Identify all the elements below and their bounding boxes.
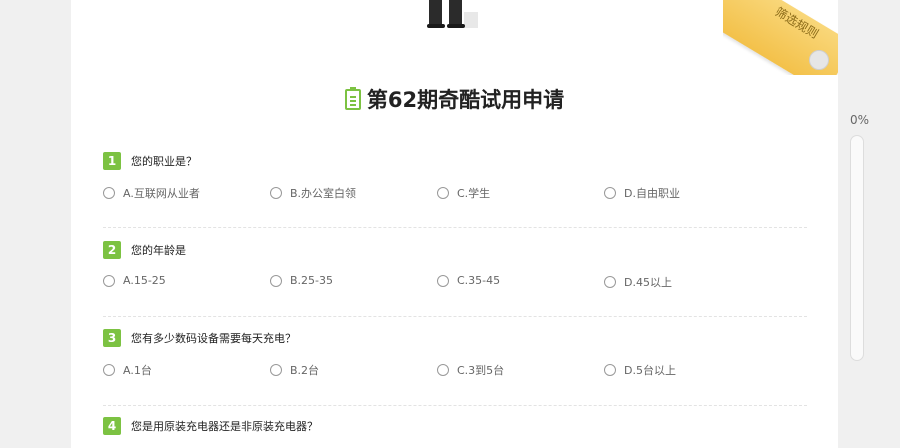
question-text: 您的职业是？ <box>131 155 197 168</box>
filter-rules-corner[interactable]: 筛选规则 <box>723 0 838 75</box>
question-number-badge: 2 <box>103 241 121 259</box>
option-label: C.学生 <box>457 187 491 200</box>
question-number-badge: 1 <box>103 152 121 170</box>
radio-button[interactable] <box>103 274 115 287</box>
radio-button[interactable] <box>270 364 282 376</box>
radio-button[interactable] <box>270 187 282 199</box>
clipboard-icon <box>344 86 361 110</box>
option-d[interactable]: D.5台以上 <box>604 362 676 378</box>
option-b[interactable]: B.2台 <box>270 362 319 378</box>
question-text: 您是用原装充电器还是非原装充电器？ <box>131 420 318 433</box>
option-label: A.15-25 <box>123 274 166 287</box>
option-label: A.1台 <box>123 364 152 377</box>
option-a[interactable]: A.1台 <box>103 362 152 378</box>
progress-percent: 0% <box>850 113 870 127</box>
option-c[interactable]: C.35-45 <box>437 274 500 287</box>
question-2: 2 您的年龄是 A.15-25 B.25-35 C.35-45 D.45以上 <box>103 240 807 294</box>
option-b[interactable]: B.办公室白领 <box>270 185 356 201</box>
option-label: C.3到5台 <box>457 364 505 377</box>
option-label: D.5台以上 <box>624 364 676 377</box>
option-a[interactable]: A.15-25 <box>103 274 166 287</box>
question-1: 1 您的职业是？ A.互联网从业者 B.办公室白领 C.学生 D.自由职业 <box>103 151 807 205</box>
divider <box>103 316 807 317</box>
radio-button[interactable] <box>604 276 616 288</box>
option-label: C.35-45 <box>457 274 501 287</box>
question-number-badge: 3 <box>103 329 121 347</box>
question-text: 您的年龄是 <box>131 244 186 257</box>
question-3: 3 您有多少数码设备需要每天充电？ A.1台 B.2台 C.3到5台 D.5台以… <box>103 328 807 382</box>
option-c[interactable]: C.3到5台 <box>437 362 504 378</box>
option-label: D.45以上 <box>624 276 672 289</box>
radio-button[interactable] <box>103 187 115 199</box>
radio-button[interactable] <box>270 274 282 287</box>
radio-button[interactable] <box>437 274 449 287</box>
radio-button[interactable] <box>437 187 449 199</box>
option-label: D.自由职业 <box>624 187 680 200</box>
option-a[interactable]: A.互联网从业者 <box>103 185 200 201</box>
radio-button[interactable] <box>604 364 616 376</box>
question-4: 4 您是用原装充电器还是非原装充电器？ <box>103 416 807 436</box>
survey-card: 筛选规则 第62期奇酷试用申请 1 您的职业是？ A.互联网从业者 B.办公室白… <box>71 0 838 448</box>
mascot-figure <box>424 0 480 28</box>
option-b[interactable]: B.25-35 <box>270 274 333 287</box>
option-label: B.25-35 <box>290 274 334 287</box>
option-d[interactable]: D.自由职业 <box>604 185 680 201</box>
question-number-badge: 4 <box>103 417 121 435</box>
radio-button[interactable] <box>437 364 449 376</box>
divider <box>103 405 807 406</box>
page-curl-icon <box>809 50 829 70</box>
radio-button[interactable] <box>604 187 616 199</box>
progress-track <box>850 135 864 361</box>
page-title: 第62期奇酷试用申请 <box>366 88 565 112</box>
option-label: B.2台 <box>290 364 320 377</box>
option-label: A.互联网从业者 <box>123 187 200 200</box>
option-c[interactable]: C.学生 <box>437 185 490 201</box>
page-title-wrap: 第62期奇酷试用申请 <box>71 84 838 115</box>
option-label: B.办公室白领 <box>290 187 357 200</box>
option-d[interactable]: D.45以上 <box>604 274 672 290</box>
divider <box>103 227 807 228</box>
radio-button[interactable] <box>103 364 115 376</box>
question-text: 您有多少数码设备需要每天充电？ <box>131 332 296 345</box>
